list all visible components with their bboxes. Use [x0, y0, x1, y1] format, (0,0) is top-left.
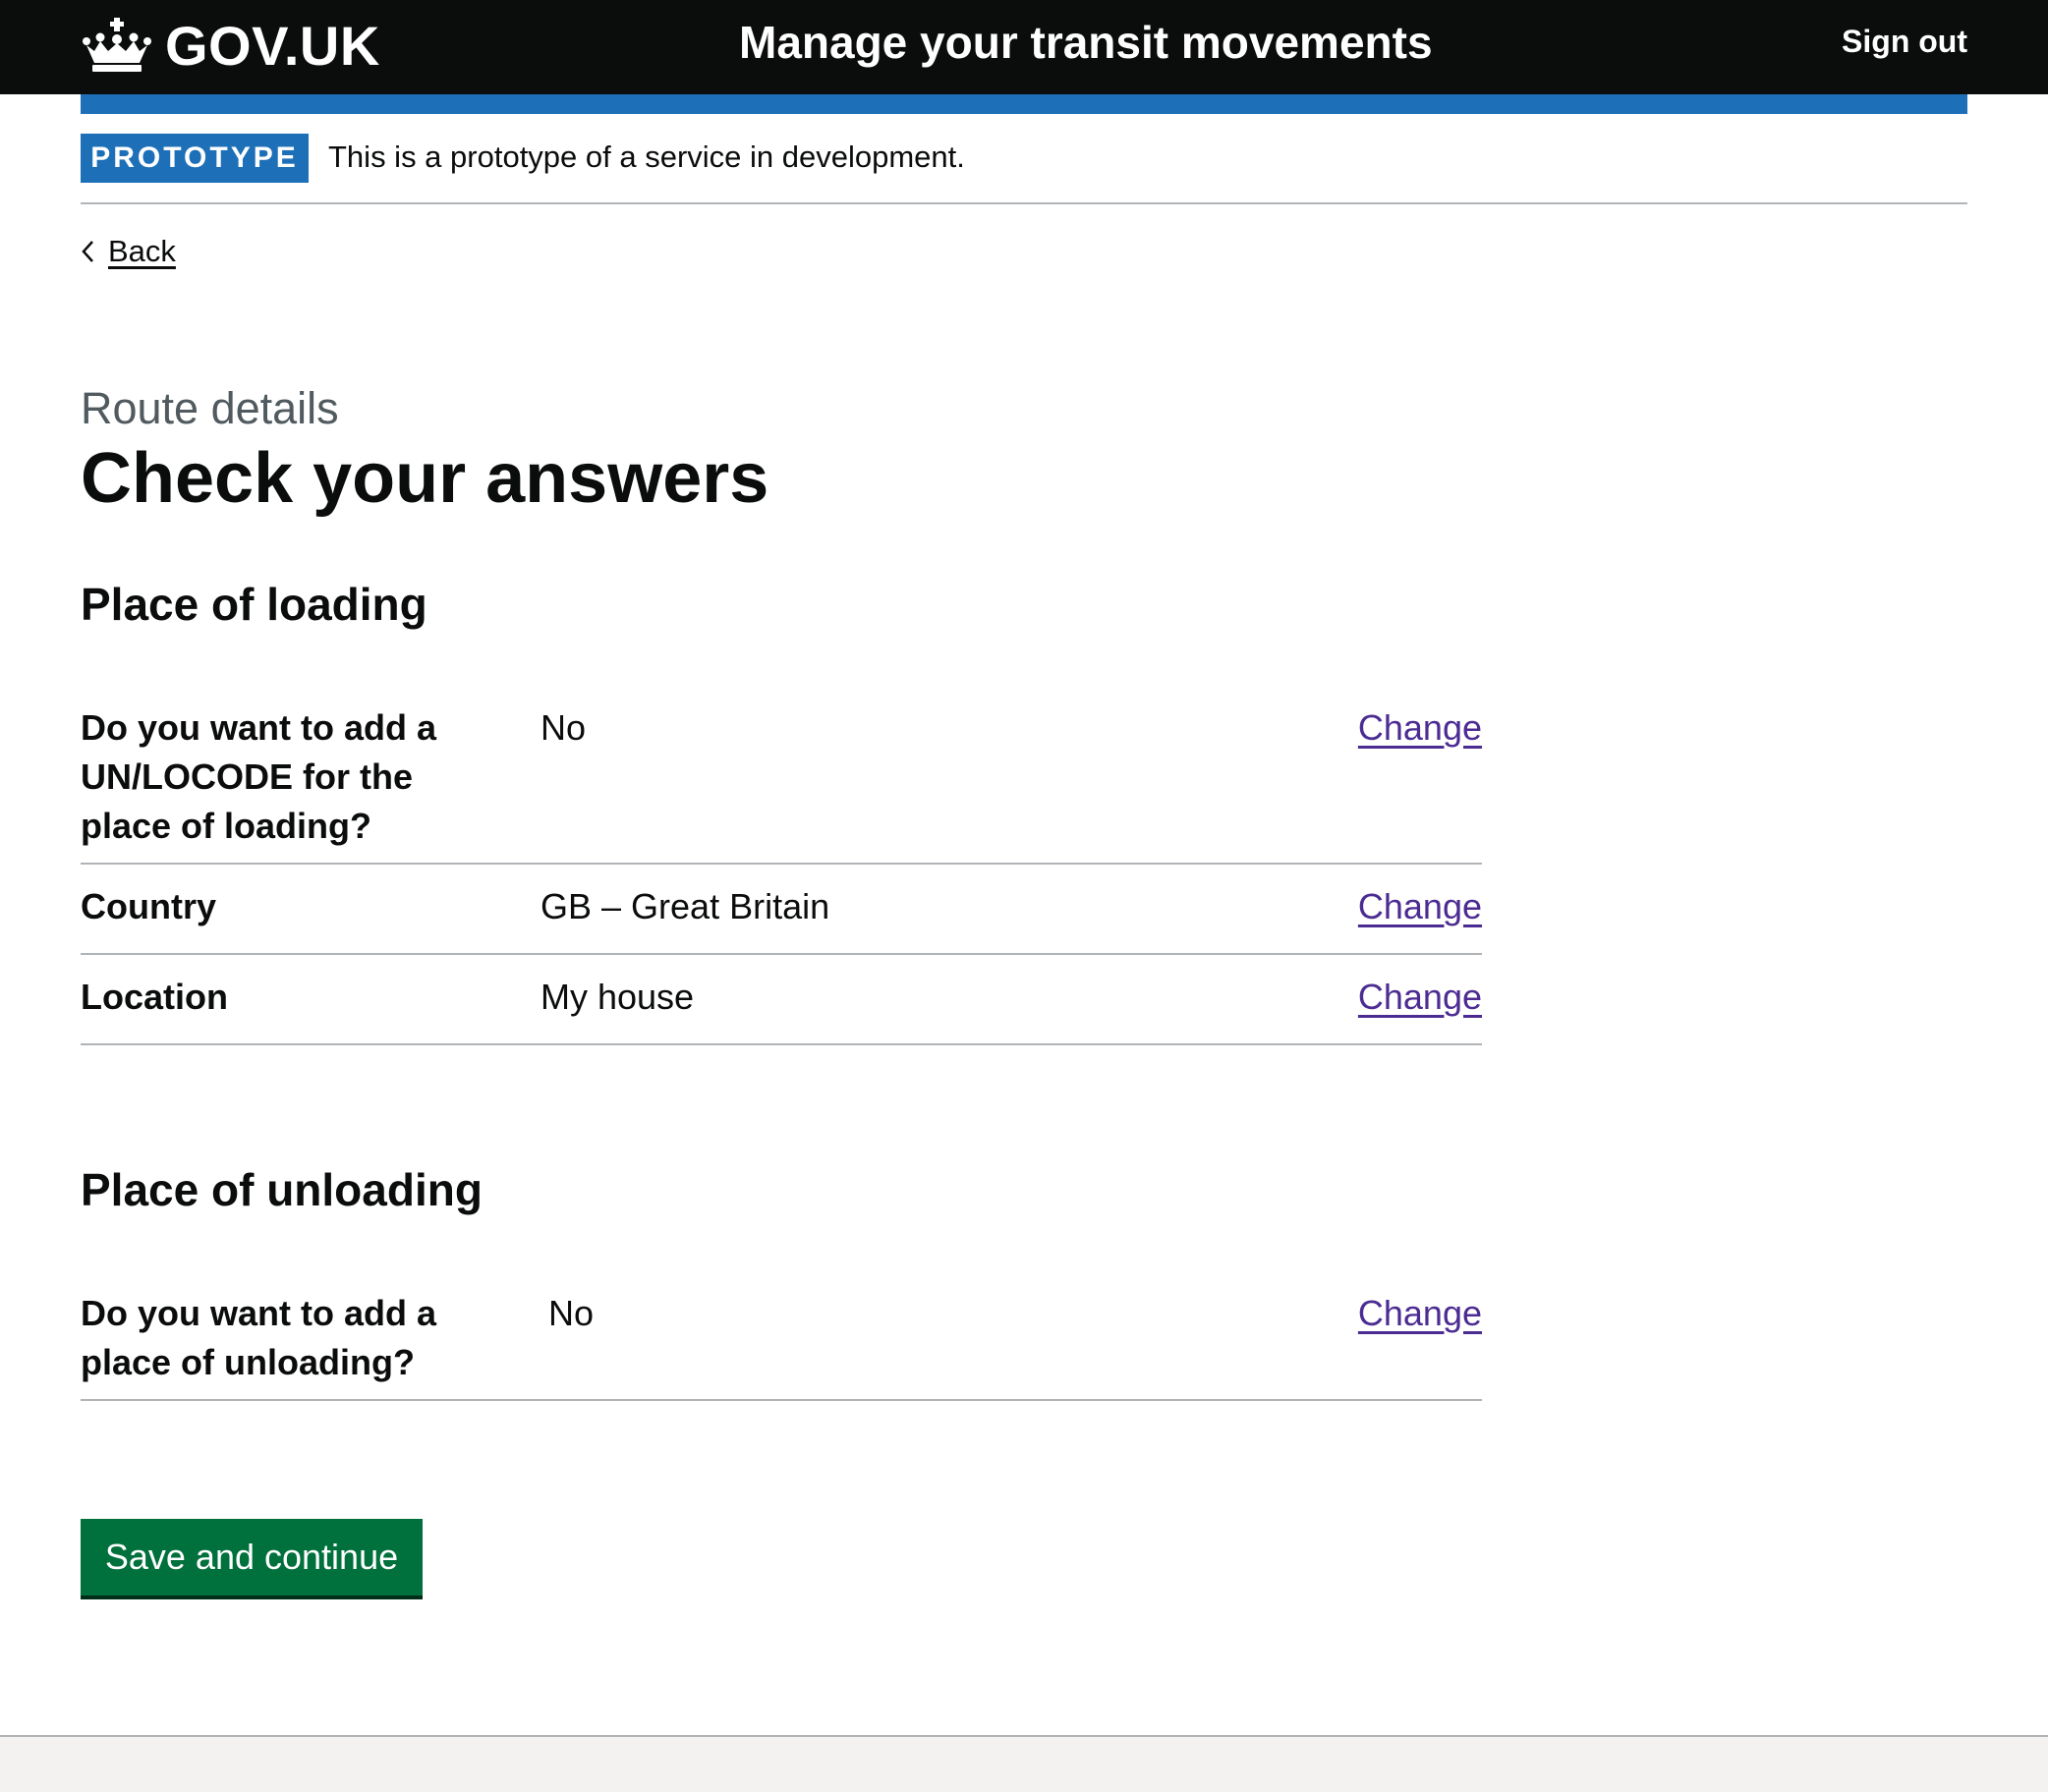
section-heading-place-of-loading: Place of loading	[81, 579, 427, 630]
change-link[interactable]: Change	[1358, 973, 1482, 1022]
back-link-label: Back	[108, 234, 176, 268]
crown-icon	[83, 18, 151, 72]
summary-key: Location	[81, 977, 228, 1017]
summary-value: GB – Great Britain	[540, 886, 830, 926]
back-link[interactable]: Back	[81, 234, 176, 269]
site-header: GOV.UK Manage your transit movements Sig…	[0, 0, 2048, 94]
summary-row: Do you want to add a UN/LOCODE for the p…	[81, 686, 1482, 865]
summary-value: No	[540, 707, 587, 748]
service-name-link[interactable]: Manage your transit movements	[739, 16, 1433, 69]
phase-banner: PROTOTYPE This is a prototype of a servi…	[81, 114, 1967, 204]
summary-list-place-of-unloading: Do you want to add a place of unloading?…	[81, 1271, 1482, 1401]
summary-value: My house	[540, 977, 695, 1017]
section-heading-place-of-unloading: Place of unloading	[81, 1164, 483, 1215]
summary-row: Country GB – Great Britain Change	[81, 865, 1482, 955]
back-chevron-icon	[82, 241, 93, 262]
summary-row: Location My house Change	[81, 955, 1482, 1045]
summary-key: Country	[81, 886, 216, 926]
summary-value: No	[548, 1293, 595, 1333]
summary-row: Do you want to add a place of unloading?…	[81, 1271, 1482, 1401]
save-and-continue-button[interactable]: Save and continue	[81, 1519, 423, 1596]
header-blue-bar	[81, 94, 1967, 114]
change-link[interactable]: Change	[1358, 882, 1482, 931]
page-title: Check your answers	[81, 439, 769, 518]
page-caption: Route details	[81, 383, 339, 433]
change-link[interactable]: Change	[1358, 1289, 1482, 1338]
govuk-logo-link[interactable]: GOV.UK	[81, 14, 380, 77]
summary-key: Do you want to add a UN/LOCODE for the p…	[81, 707, 437, 846]
sign-out-link[interactable]: Sign out	[1842, 24, 1967, 60]
logo-text: GOV.UK	[165, 14, 380, 77]
phase-tag: PROTOTYPE	[81, 134, 309, 183]
site-footer	[0, 1735, 2048, 1792]
summary-key: Do you want to add a place of unloading?	[81, 1293, 437, 1382]
change-link[interactable]: Change	[1358, 703, 1482, 753]
summary-list-place-of-loading: Do you want to add a UN/LOCODE for the p…	[81, 686, 1482, 1045]
phase-banner-text: This is a prototype of a service in deve…	[328, 140, 965, 174]
